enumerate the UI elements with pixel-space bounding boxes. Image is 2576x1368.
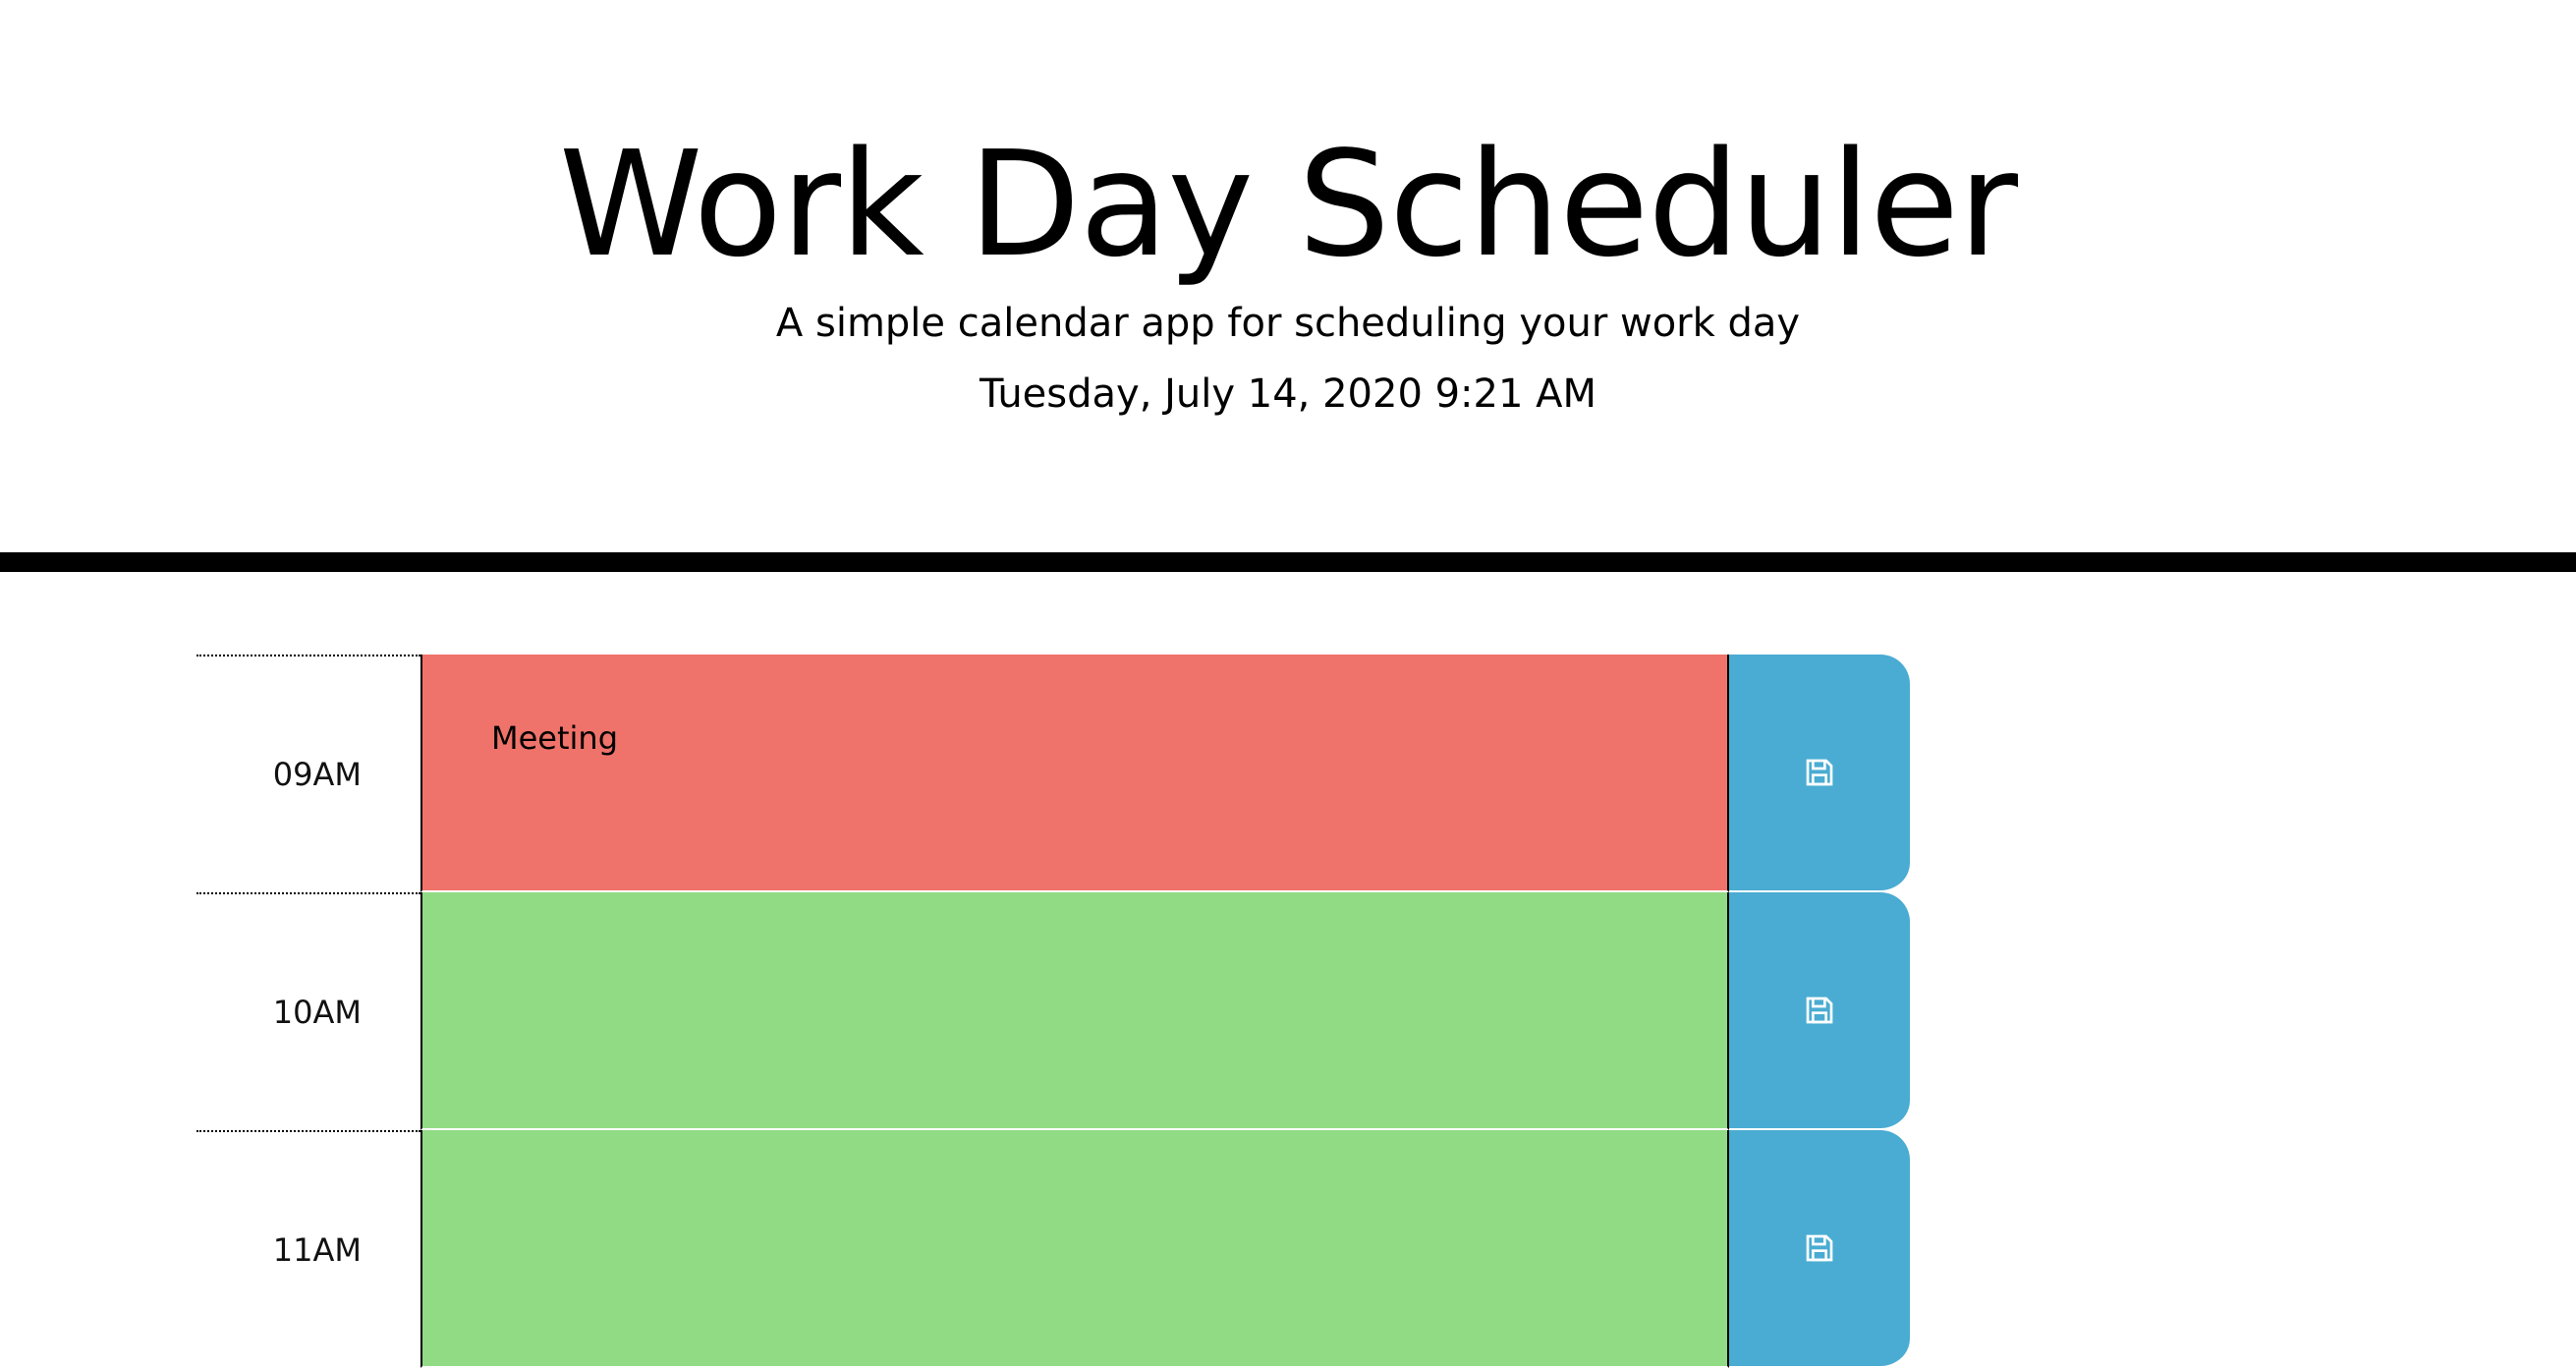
save-button[interactable] (1729, 1130, 1910, 1368)
hour-label: 09AM (196, 655, 420, 892)
floppy-disk-icon (1806, 997, 1833, 1024)
event-description-input[interactable] (420, 892, 1729, 1130)
timeblocks-container: 09AM Meeting 10AM 11AM (196, 655, 1910, 1368)
hour-label: 10AM (196, 892, 420, 1130)
event-description-input[interactable] (420, 1130, 1729, 1368)
floppy-disk-icon (1806, 759, 1833, 786)
current-day: Tuesday, July 14, 2020 9:21 AM (979, 371, 1597, 417)
event-description-input[interactable]: Meeting (420, 655, 1729, 892)
header: Work Day Scheduler A simple calendar app… (0, 0, 2576, 572)
save-button[interactable] (1729, 892, 1910, 1130)
save-button[interactable] (1729, 655, 1910, 892)
page-title: Work Day Scheduler (558, 120, 2018, 289)
time-block-row: 11AM (196, 1130, 1910, 1368)
time-block-row: 10AM (196, 892, 1910, 1130)
time-block-row: 09AM Meeting (196, 655, 1910, 892)
hour-label: 11AM (196, 1130, 420, 1368)
page-subtitle: A simple calendar app for scheduling you… (775, 301, 1801, 346)
floppy-disk-icon (1806, 1234, 1833, 1262)
